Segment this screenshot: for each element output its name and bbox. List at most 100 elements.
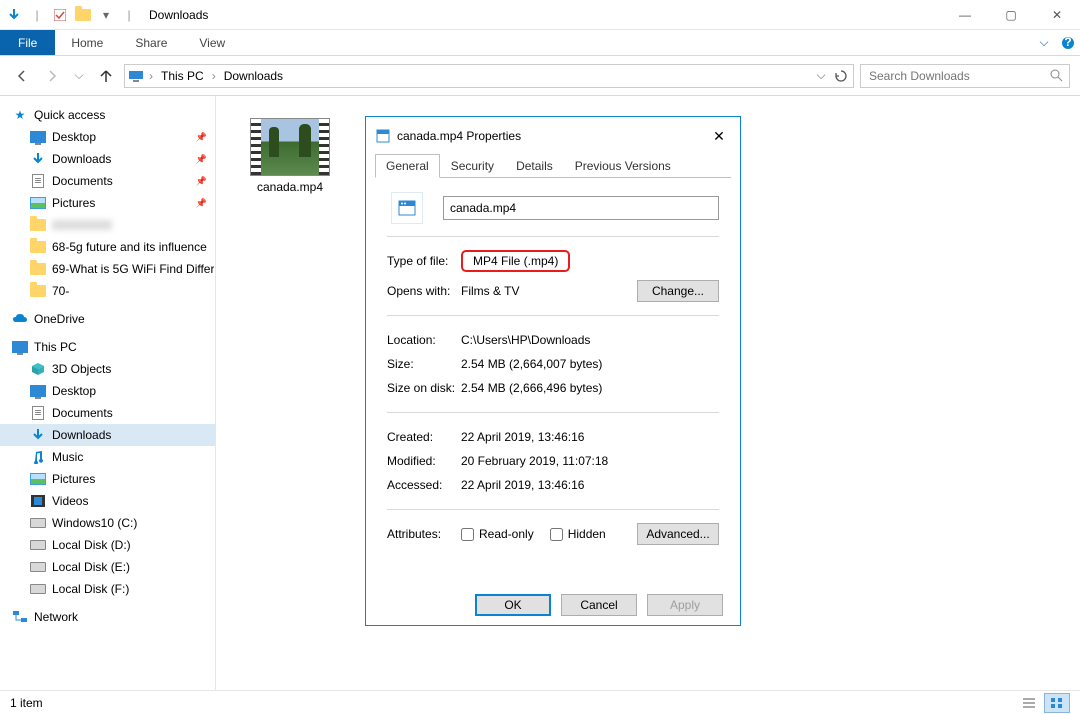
nav-label: 70- bbox=[52, 284, 69, 298]
crumb-downloads[interactable]: Downloads bbox=[221, 69, 286, 83]
apply-button[interactable]: Apply bbox=[647, 594, 723, 616]
tab-strip: General Security Details Previous Versio… bbox=[375, 154, 731, 178]
down-icon bbox=[30, 151, 46, 167]
readonly-checkbox[interactable]: Read-only bbox=[461, 527, 534, 541]
crumb-this-pc[interactable]: This PC bbox=[158, 69, 207, 83]
pin-icon: 📌 bbox=[196, 198, 207, 209]
up-button[interactable] bbox=[94, 64, 118, 88]
dialog-titlebar: canada.mp4 Properties ✕ bbox=[375, 124, 731, 148]
value-accessed: 22 April 2019, 13:46:16 bbox=[461, 478, 719, 492]
label-attributes: Attributes: bbox=[387, 527, 461, 541]
cancel-button[interactable]: Cancel bbox=[561, 594, 637, 616]
nav-pc-item[interactable]: Desktop bbox=[0, 380, 215, 402]
video-icon bbox=[30, 493, 46, 509]
search-box[interactable] bbox=[860, 64, 1070, 88]
qat-folder-icon[interactable] bbox=[73, 5, 93, 25]
nav-pc-item[interactable]: Local Disk (F:) bbox=[0, 578, 215, 600]
crumb-sep-icon[interactable]: › bbox=[148, 69, 154, 83]
nav-pc-item[interactable]: Local Disk (E:) bbox=[0, 556, 215, 578]
filename-input[interactable] bbox=[443, 196, 719, 220]
value-modified: 20 February 2019, 11:07:18 bbox=[461, 454, 719, 468]
ribbon-collapse-icon[interactable]: ⌵ bbox=[1032, 30, 1056, 55]
nav-label: Network bbox=[34, 610, 78, 624]
label-location: Location: bbox=[387, 333, 461, 347]
nav-label: Local Disk (F:) bbox=[52, 582, 129, 596]
nav-qa-item[interactable]: Downloads📌 bbox=[0, 148, 215, 170]
nav-label: OneDrive bbox=[34, 312, 85, 326]
recent-dropdown-icon[interactable]: ⌵ bbox=[70, 64, 88, 88]
nav-qa-item[interactable] bbox=[0, 214, 215, 236]
nav-pc-item[interactable]: Local Disk (D:) bbox=[0, 534, 215, 556]
nav-label: Pictures bbox=[52, 196, 95, 210]
search-icon[interactable] bbox=[1050, 69, 1063, 82]
nav-pc-item[interactable]: Downloads bbox=[0, 424, 215, 446]
status-bar: 1 item bbox=[0, 690, 1080, 714]
nav-pc-item[interactable]: Pictures bbox=[0, 468, 215, 490]
hidden-checkbox[interactable]: Hidden bbox=[550, 527, 606, 541]
nav-qa-item[interactable]: 68-5g future and its influence bbox=[0, 236, 215, 258]
maximize-button[interactable]: ▢ bbox=[988, 0, 1034, 30]
advanced-button[interactable]: Advanced... bbox=[637, 523, 719, 545]
nav-onedrive[interactable]: OneDrive bbox=[0, 308, 215, 330]
qat-check-icon[interactable] bbox=[50, 5, 70, 25]
search-input[interactable] bbox=[867, 68, 1050, 84]
crumb-sep-icon[interactable]: › bbox=[211, 69, 217, 83]
refresh-icon[interactable] bbox=[832, 67, 850, 85]
qat-arrow-icon[interactable] bbox=[4, 5, 24, 25]
monitor-icon bbox=[30, 383, 46, 399]
nav-qa-item[interactable]: 70- bbox=[0, 280, 215, 302]
nav-pc-item[interactable]: Videos bbox=[0, 490, 215, 512]
pin-icon: 📌 bbox=[196, 154, 207, 165]
nav-qa-item[interactable]: Documents📌 bbox=[0, 170, 215, 192]
nav-pc-item[interactable]: 3D Objects bbox=[0, 358, 215, 380]
status-text: 1 item bbox=[10, 696, 43, 710]
back-button[interactable] bbox=[10, 64, 34, 88]
nav-qa-item[interactable]: Desktop📌 bbox=[0, 126, 215, 148]
tab-previous-versions[interactable]: Previous Versions bbox=[564, 154, 682, 177]
window-title: Downloads bbox=[143, 8, 208, 22]
nav-label: 68-5g future and its influence bbox=[52, 240, 207, 254]
nav-pane: ★ Quick access Desktop📌Downloads📌Documen… bbox=[0, 96, 216, 690]
nav-qa-item[interactable]: 69-What is 5G WiFi Find Differ bbox=[0, 258, 215, 280]
close-button[interactable]: ✕ bbox=[1034, 0, 1080, 30]
nav-qa-item[interactable]: Pictures 📌 bbox=[0, 192, 215, 214]
dialog-title: canada.mp4 Properties bbox=[397, 129, 521, 143]
cloud-icon bbox=[12, 313, 28, 325]
drive-icon bbox=[30, 537, 46, 553]
address-dropdown-icon[interactable]: ⌵ bbox=[812, 67, 830, 85]
change-button[interactable]: Change... bbox=[637, 280, 719, 302]
minimize-button[interactable]: — bbox=[942, 0, 988, 30]
label-opens-with: Opens with: bbox=[387, 284, 461, 298]
ribbon-tab-share[interactable]: Share bbox=[119, 30, 183, 55]
view-switcher bbox=[1016, 693, 1070, 713]
address-bar[interactable]: › This PC › Downloads ⌵ bbox=[124, 64, 854, 88]
music-icon bbox=[30, 449, 46, 465]
file-item[interactable]: canada.mp4 bbox=[250, 118, 330, 194]
view-details-button[interactable] bbox=[1016, 693, 1042, 713]
nav-pc-item[interactable]: Music bbox=[0, 446, 215, 468]
value-size-on-disk: 2.54 MB (2,666,496 bytes) bbox=[461, 381, 719, 395]
nav-label: Desktop bbox=[52, 130, 96, 144]
nav-pc-item[interactable]: Documents bbox=[0, 402, 215, 424]
tab-details[interactable]: Details bbox=[505, 154, 564, 177]
monitor-icon bbox=[30, 129, 46, 145]
nav-label: Local Disk (D:) bbox=[52, 538, 131, 552]
dialog-close-button[interactable]: ✕ bbox=[707, 128, 731, 145]
ribbon-tab-view[interactable]: View bbox=[183, 30, 241, 55]
nav-network[interactable]: Network bbox=[0, 606, 215, 628]
ok-button[interactable]: OK bbox=[475, 594, 551, 616]
tab-general[interactable]: General bbox=[375, 154, 440, 178]
qat-dropdown-icon[interactable]: ▾ bbox=[96, 5, 116, 25]
nav-this-pc[interactable]: This PC bbox=[0, 336, 215, 358]
value-type-highlighted: MP4 File (.mp4) bbox=[461, 250, 570, 272]
star-icon: ★ bbox=[12, 107, 28, 123]
ribbon-tab-home[interactable]: Home bbox=[55, 30, 119, 55]
nav-label: Downloads bbox=[52, 428, 111, 442]
nav-label: Documents bbox=[52, 174, 113, 188]
help-icon[interactable]: ? bbox=[1056, 30, 1080, 55]
nav-pc-item[interactable]: Windows10 (C:) bbox=[0, 512, 215, 534]
nav-quick-access[interactable]: ★ Quick access bbox=[0, 104, 215, 126]
ribbon-file-button[interactable]: File bbox=[0, 30, 55, 55]
view-icons-button[interactable] bbox=[1044, 693, 1070, 713]
tab-security[interactable]: Security bbox=[440, 154, 505, 177]
